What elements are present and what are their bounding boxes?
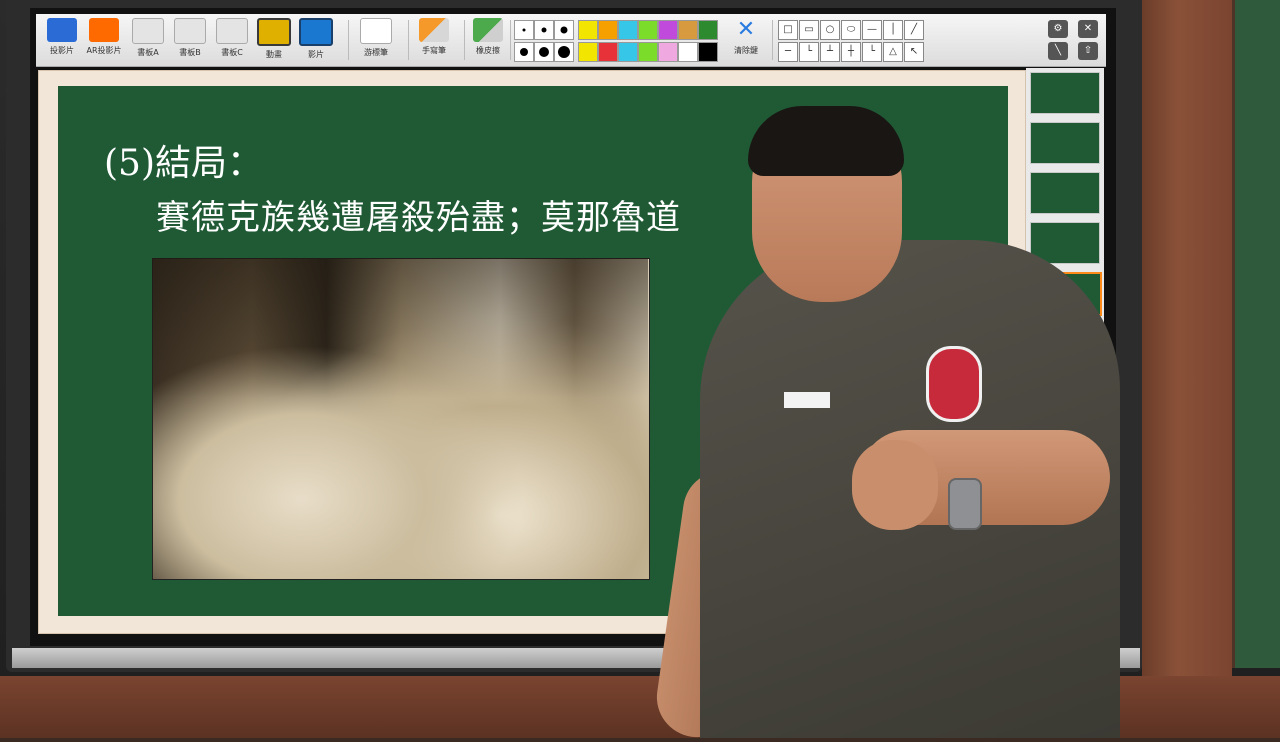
shape-tool-button[interactable]: └	[799, 42, 819, 62]
stroke-size-1[interactable]	[514, 20, 534, 40]
board-b-icon	[174, 18, 206, 44]
wristwatch	[948, 478, 982, 530]
ppt-label: 投影片	[50, 46, 74, 55]
color-swatch[interactable]	[618, 20, 638, 40]
board-c-button[interactable]: 書板C	[212, 18, 252, 62]
shape-tool-button[interactable]: ↖	[904, 42, 924, 62]
ar-ppt-button[interactable]: AR投影片	[84, 18, 124, 62]
shape-tool-button[interactable]: │	[883, 20, 903, 40]
ar-ppt-label: AR投影片	[86, 46, 122, 55]
shape-tool-button[interactable]: ▭	[799, 20, 819, 40]
clear-label: 清除鍵	[734, 46, 758, 55]
wood-panel	[1142, 0, 1232, 738]
stroke-size-4[interactable]	[514, 42, 534, 62]
board-a-button[interactable]: 書板A	[128, 18, 168, 62]
hand-pointer-icon	[360, 18, 392, 44]
shape-tool-button[interactable]: ─	[778, 42, 798, 62]
color-swatch[interactable]	[678, 20, 698, 40]
color-swatch[interactable]	[618, 42, 638, 62]
color-swatch[interactable]	[698, 42, 718, 62]
eraser-button[interactable]: 橡皮擦	[468, 18, 508, 62]
color-swatch[interactable]	[598, 42, 618, 62]
pen-button[interactable]: 手寫筆	[414, 18, 454, 62]
animation-label: 動畫	[266, 50, 282, 59]
shape-tool-button[interactable]: △	[883, 42, 903, 62]
ar-ppt-icon	[89, 18, 119, 42]
board-c-label: 書板C	[221, 48, 243, 57]
color-swatch[interactable]	[678, 42, 698, 62]
color-swatch[interactable]	[638, 42, 658, 62]
pen-label: 手寫筆	[422, 46, 446, 55]
shape-tool-button[interactable]: ○	[820, 20, 840, 40]
settings-button[interactable]: ⚙	[1048, 20, 1068, 38]
board-b-button[interactable]: 書板B	[170, 18, 210, 62]
color-swatch[interactable]	[578, 20, 598, 40]
pen-icon: ╲	[1054, 45, 1062, 56]
color-swatch[interactable]	[598, 20, 618, 40]
shape-tool-button[interactable]: —	[862, 20, 882, 40]
shape-tool-button[interactable]: ⬭	[841, 20, 861, 40]
pen-tool-button[interactable]: ╲	[1048, 42, 1068, 60]
toolbar-divider	[464, 20, 465, 60]
close-button[interactable]: ✕	[1078, 20, 1098, 38]
stroke-size-5[interactable]	[534, 42, 554, 62]
upload-icon: ⇧	[1083, 45, 1093, 56]
video-icon	[299, 18, 333, 46]
slide-text-start: 賽德克族幾遭屠殺殆盡；莫那魯道	[156, 198, 681, 238]
shape-tool-button[interactable]: ╱	[904, 20, 924, 40]
stroke-size-2[interactable]	[534, 20, 554, 40]
video-button[interactable]: 影片	[296, 18, 336, 62]
clear-button[interactable]: ✕ 清除鍵	[726, 18, 766, 62]
toolbar-divider	[348, 20, 349, 60]
toolbar-divider	[510, 20, 511, 60]
chalkboard-edge	[1232, 0, 1280, 668]
color-swatch[interactable]	[698, 20, 718, 40]
video-label: 影片	[308, 50, 324, 59]
toolbar-divider	[772, 20, 773, 60]
pointer-label: 游標筆	[364, 48, 388, 57]
ppt-button[interactable]: 投影片	[42, 18, 82, 62]
shirt-nametag	[784, 392, 830, 408]
board-c-icon	[216, 18, 248, 44]
presenter-hair	[748, 106, 904, 176]
board-a-icon	[132, 18, 164, 44]
photo-shading	[152, 258, 648, 398]
clear-icon: ✕	[736, 17, 756, 42]
board-a-label: 書板A	[137, 48, 159, 57]
color-swatch[interactable]	[658, 42, 678, 62]
upload-button[interactable]: ⇧	[1078, 42, 1098, 60]
animation-icon	[257, 18, 291, 46]
shape-tool-button[interactable]: ┼	[841, 42, 861, 62]
eraser-icon	[473, 18, 503, 42]
slide-thumbnail[interactable]	[1030, 72, 1100, 114]
pencil-icon	[419, 18, 449, 42]
color-swatch[interactable]	[638, 20, 658, 40]
ppt-icon	[47, 18, 77, 42]
shape-tool-button[interactable]: □	[778, 20, 798, 40]
animation-button[interactable]: 動畫	[254, 18, 294, 62]
slide-thumbnail[interactable]	[1030, 122, 1100, 164]
color-swatch[interactable]	[578, 42, 598, 62]
presentation-toolbar: 投影片 AR投影片 書板A 書板B 書板C 動畫 影片 游標筆 手寫筆 橡皮擦	[36, 14, 1106, 67]
close-icon: ✕	[1083, 23, 1093, 34]
presenter-hand	[852, 440, 938, 530]
toolbar-divider	[408, 20, 409, 60]
slide-title: (5)結局：	[104, 143, 263, 184]
shape-tool-button[interactable]: └	[862, 42, 882, 62]
stroke-size-6[interactable]	[554, 42, 574, 62]
board-b-label: 書板B	[179, 48, 201, 57]
gear-icon: ⚙	[1053, 23, 1063, 34]
shape-tool-button[interactable]: ┴	[820, 42, 840, 62]
color-swatch[interactable]	[658, 20, 678, 40]
pointer-button[interactable]: 游標筆	[356, 18, 396, 62]
stroke-size-3[interactable]	[554, 20, 574, 40]
shirt-badge	[926, 346, 982, 422]
slide-thumbnail[interactable]	[1030, 172, 1100, 214]
eraser-label: 橡皮擦	[476, 46, 500, 55]
